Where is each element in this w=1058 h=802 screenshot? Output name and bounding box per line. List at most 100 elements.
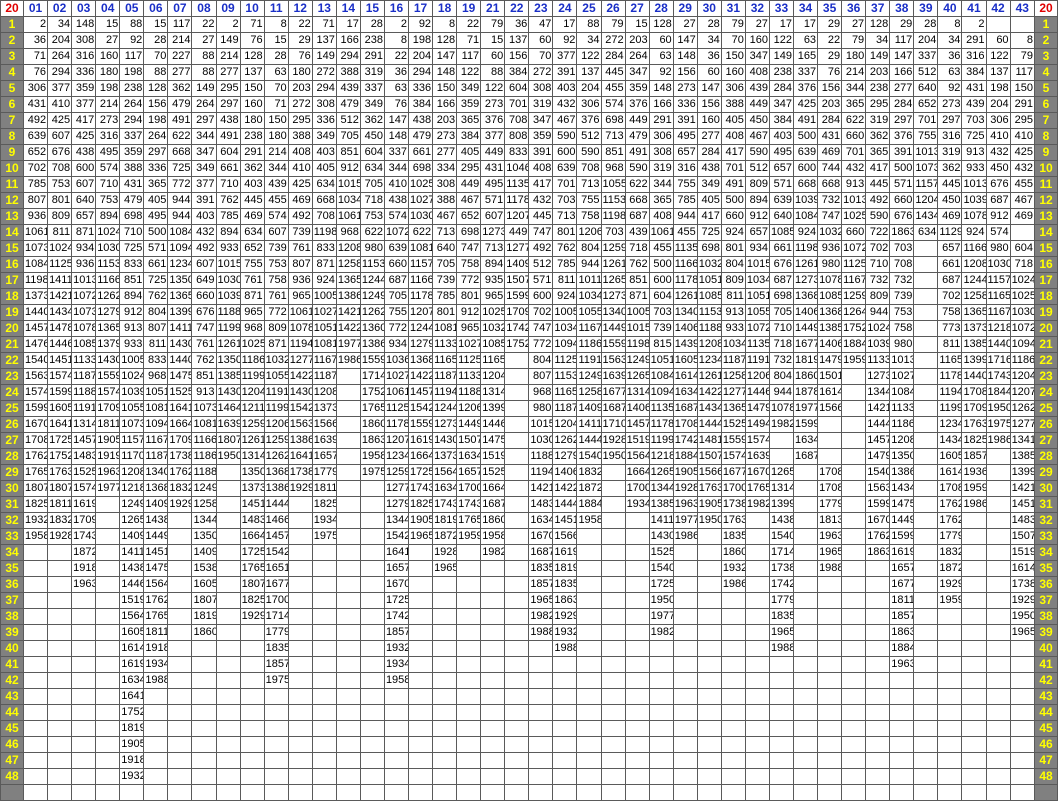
table-row: 33 1958 1928 1743 1409 1449 1350 1664 1457 1975 15… [0, 528, 1058, 545]
grid-cell [504, 368, 530, 385]
grid-cell [696, 592, 722, 609]
grid-cell: 425 [287, 176, 313, 193]
grid-cell [552, 656, 578, 673]
grid-cell: 785 [432, 288, 458, 305]
grid-cell [913, 752, 939, 769]
grid-cell: 1262 [1009, 400, 1036, 417]
grid-cell: 495 [672, 128, 698, 145]
grid-cell: 944 [672, 208, 698, 225]
grid-cell [407, 640, 434, 657]
grid-cell: 622 [359, 224, 385, 241]
grid-cell: 758 [456, 256, 482, 273]
grid-cell: 1379 [95, 336, 121, 353]
grid-cell: 431 [961, 80, 987, 97]
grid-cell: 160 [95, 48, 121, 65]
grid-cell: 1975 [359, 464, 385, 481]
grid-cell [432, 688, 458, 705]
grid-cell [841, 736, 867, 753]
grid-cell: 1832 [576, 464, 602, 481]
grid-cell: 76 [22, 64, 49, 81]
grid-cell: 1779 [817, 496, 843, 513]
grid-cell: 1273 [792, 272, 819, 289]
grid-cell: 809 [865, 288, 891, 305]
grid-cell [95, 528, 121, 545]
grid-cell: 1614 [672, 368, 698, 385]
column-header: 28 [648, 0, 674, 17]
grid-cell: 88 [191, 48, 217, 65]
grid-cell: 1258 [961, 288, 987, 305]
grid-cell: 316 [961, 48, 987, 65]
grid-cell: 1977 [335, 336, 361, 353]
grid-cell: 1614 [119, 640, 145, 657]
grid-cell: 36 [937, 48, 963, 65]
grid-cell: 965 [456, 320, 482, 337]
grid-cell: 1133 [865, 352, 891, 369]
grid-cell: 1406 [817, 336, 843, 353]
grid-cell: 732 [817, 192, 843, 209]
column-header: 36 [841, 0, 867, 17]
grid-cell: 467 [456, 192, 482, 209]
grid-cell: 1244 [407, 320, 434, 337]
grid-cell: 1752 [359, 384, 385, 401]
grid-cell: 1641 [119, 688, 145, 705]
grid-cell: 479 [407, 128, 434, 145]
grid-cell [744, 528, 770, 545]
row-label-left: 2 [0, 32, 24, 49]
grid-cell [841, 496, 867, 513]
grid-cell: 811 [143, 336, 169, 353]
grid-cell: 1475 [480, 432, 506, 449]
grid-cell: 1039 [961, 192, 987, 209]
grid-cell: 137 [239, 64, 265, 81]
grid-cell: 1507 [456, 432, 482, 449]
grid-cell [407, 624, 434, 641]
grid-cell: 1430 [167, 336, 193, 353]
grid-cell: 166 [648, 96, 674, 113]
grid-cell: 214 [167, 32, 193, 49]
row-label-left: 44 [0, 704, 24, 721]
grid-cell [1009, 16, 1036, 33]
row-label-right: 5 [1034, 80, 1058, 97]
grid-cell [937, 752, 963, 769]
grid-cell: 785 [215, 208, 241, 225]
grid-cell: 739 [287, 224, 313, 241]
grid-cell: 807 [528, 368, 554, 385]
grid-cell: 316 [672, 160, 698, 177]
grid-cell [167, 512, 193, 529]
grid-cell: 1262 [552, 432, 578, 449]
grid-cell: 652 [913, 96, 939, 113]
grid-cell: 785 [672, 192, 698, 209]
grid-cell: 439 [624, 224, 650, 241]
grid-cell [865, 736, 891, 753]
grid-cell: 391 [528, 144, 554, 161]
grid-cell [792, 464, 819, 481]
grid-cell: 1025 [407, 176, 434, 193]
grid-cell [239, 656, 265, 673]
grid-cell: 705 [335, 128, 361, 145]
grid-cell [985, 672, 1011, 689]
grid-cell: 1406 [792, 304, 819, 321]
grid-cell [985, 784, 1011, 801]
row-label-right: 40 [1034, 640, 1058, 657]
grid-cell: 1368 [143, 480, 169, 497]
grid-cell: 1438 [768, 512, 795, 529]
grid-cell: 347 [768, 96, 795, 113]
grid-cell: 264 [119, 96, 145, 113]
grid-cell [985, 624, 1011, 641]
grid-cell: 122 [576, 48, 602, 65]
grid-cell: 344 [383, 160, 410, 177]
grid-cell [696, 608, 722, 625]
grid-cell [359, 672, 385, 689]
grid-cell: 1262 [95, 288, 121, 305]
grid-cell: 76 [239, 32, 265, 49]
grid-cell: 27 [191, 32, 217, 49]
grid-cell: 1559 [407, 416, 434, 433]
column-header: 22 [504, 0, 530, 17]
grid-cell: 657 [672, 144, 698, 161]
grid-cell: 1982 [480, 544, 506, 561]
grid-cell: 439 [335, 80, 361, 97]
grid-cell [95, 720, 121, 737]
grid-cell: 147 [672, 32, 698, 49]
grid-cell: 1244 [961, 272, 987, 289]
grid-cell: 1030 [528, 432, 554, 449]
row-label-left: 6 [0, 96, 24, 113]
